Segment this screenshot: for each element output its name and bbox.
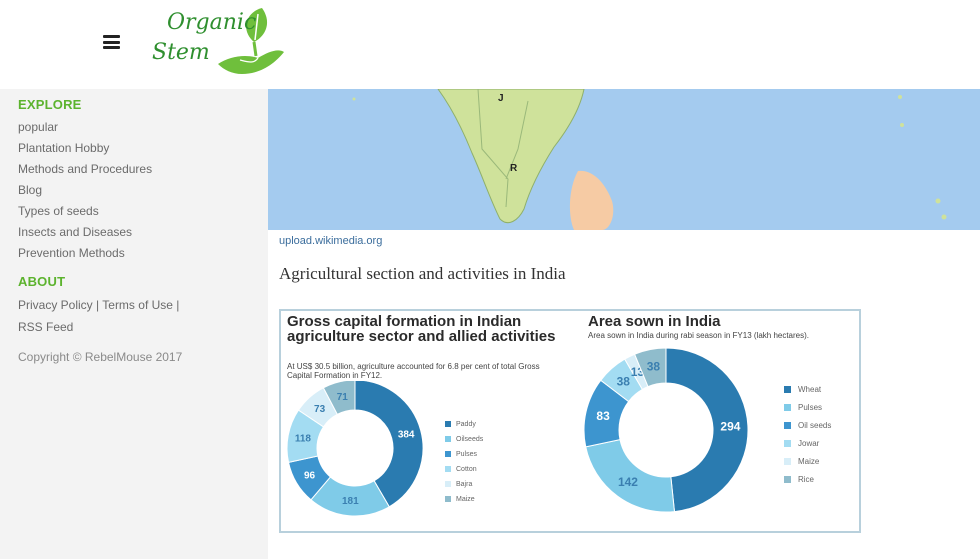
chart1-legend-item: Oilseeds — [445, 436, 483, 443]
chart2-value-label: 38 — [617, 375, 631, 389]
chart2-legend-item: Wheat — [784, 385, 821, 394]
legend-label: Oil seeds — [798, 421, 832, 430]
legend-label: Wheat — [798, 385, 822, 394]
legend-swatch — [784, 404, 791, 411]
chart1-value-label: 73 — [314, 404, 326, 415]
terms-of-use-link[interactable]: Terms of Use — [102, 298, 173, 312]
legend-label: Oilseeds — [456, 436, 484, 443]
sidebar-item-methods[interactable]: Methods and Procedures — [18, 159, 250, 180]
chart1-value-label: 384 — [398, 430, 415, 441]
legend-label: Jowar — [798, 439, 820, 448]
chart2-value-label: 38 — [647, 360, 661, 374]
chart1-value-label: 96 — [304, 471, 316, 482]
chart2-value-label: 294 — [720, 420, 740, 434]
rss-feed-link[interactable]: RSS Feed — [18, 320, 73, 334]
legend-swatch — [784, 458, 791, 465]
legend-label: Rice — [798, 475, 815, 484]
chart2-subtitle: Area sown in India during rabi season in… — [588, 331, 810, 340]
chart2-donut: 294142833813 38 — [583, 347, 749, 513]
chart1-legend-item: Bajra — [445, 481, 472, 488]
chart1-title: Gross capital formation in Indian agricu… — [287, 313, 556, 345]
copyright-text: Copyright © RebelMouse 2017 — [18, 350, 183, 364]
legend-swatch — [445, 496, 451, 502]
main-content: J R upload.wikimedia.org Agricultural se… — [268, 89, 980, 559]
section-title: Agricultural section and activities in I… — [279, 264, 566, 283]
legend-label: Paddy — [456, 421, 476, 428]
chart2-legend-item: Rice — [784, 475, 814, 484]
legend-swatch — [445, 436, 451, 442]
menu-icon[interactable] — [103, 35, 120, 49]
chart2-value-label: 83 — [596, 409, 610, 423]
chart1-legend-item: Pulses — [445, 451, 477, 458]
chart1-legend-item: Cotton — [445, 466, 477, 473]
chart2-legend-item: Maize — [784, 457, 819, 466]
legend-label: Bajra — [456, 481, 473, 488]
sidebar-item-blog[interactable]: Blog — [18, 180, 250, 201]
legend-swatch — [784, 386, 791, 393]
link-separator: | — [176, 298, 180, 312]
site-logo[interactable]: Organic Stem — [150, 4, 290, 80]
chart1-value-label: 118 — [295, 433, 312, 444]
about-links: Privacy Policy | Terms of Use | RSS Feed — [18, 294, 250, 338]
agriculture-infographic: Gross capital formation in Indian agricu… — [279, 309, 861, 533]
sidebar: EXPLORE popular Plantation Hobby Methods… — [0, 89, 268, 559]
sidebar-item-prevention[interactable]: Prevention Methods — [18, 243, 250, 264]
legend-swatch — [445, 481, 451, 487]
chart2-legend-item: Oil seeds — [784, 421, 831, 430]
chart1-legend-item: Maize — [445, 496, 475, 503]
chart2-title: Area sown in India — [588, 313, 721, 330]
privacy-policy-link[interactable]: Privacy Policy — [18, 298, 93, 312]
sidebar-item-insects[interactable]: Insects and Diseases — [18, 222, 250, 243]
map-label-r: R — [510, 163, 518, 174]
legend-label: Maize — [798, 457, 820, 466]
image-source-link[interactable]: upload.wikimedia.org — [279, 235, 382, 247]
map-label-j: J — [498, 93, 504, 104]
legend-label: Maize — [456, 496, 475, 503]
legend-swatch — [784, 440, 791, 447]
about-heading: ABOUT — [18, 274, 66, 289]
india-map-image: J R — [268, 89, 980, 230]
sidebar-item-popular[interactable]: popular — [18, 117, 250, 138]
logo-text-stem: Stem — [152, 40, 210, 65]
legend-swatch — [784, 476, 791, 483]
chart1-donut: 384 181 96 118 73 71 — [286, 381, 424, 517]
explore-heading: EXPLORE — [18, 97, 82, 112]
legend-swatch — [445, 451, 451, 457]
legend-label: Pulses — [456, 451, 478, 458]
legend-swatch — [784, 422, 791, 429]
chart2-legend-item: Pulses — [784, 403, 822, 412]
legend-label: Pulses — [798, 403, 823, 412]
chart2-legend-item: Jowar — [784, 439, 819, 448]
legend-swatch — [445, 421, 451, 427]
chart1-value-label: 71 — [337, 392, 349, 403]
legend-label: Cotton — [456, 466, 477, 473]
site-header: Organic Stem — [0, 0, 980, 89]
legend-swatch — [445, 466, 451, 472]
chart1-subtitle: At US$ 30.5 billion, agriculture account… — [287, 362, 540, 380]
chart1-value-label: 181 — [342, 496, 359, 507]
logo-text-organic: Organic — [167, 10, 257, 35]
chart1-legend-item: Paddy — [445, 421, 476, 428]
sidebar-item-plantation-hobby[interactable]: Plantation Hobby — [18, 138, 250, 159]
sidebar-item-types-of-seeds[interactable]: Types of seeds — [18, 201, 250, 222]
chart2-value-label: 142 — [618, 475, 638, 489]
